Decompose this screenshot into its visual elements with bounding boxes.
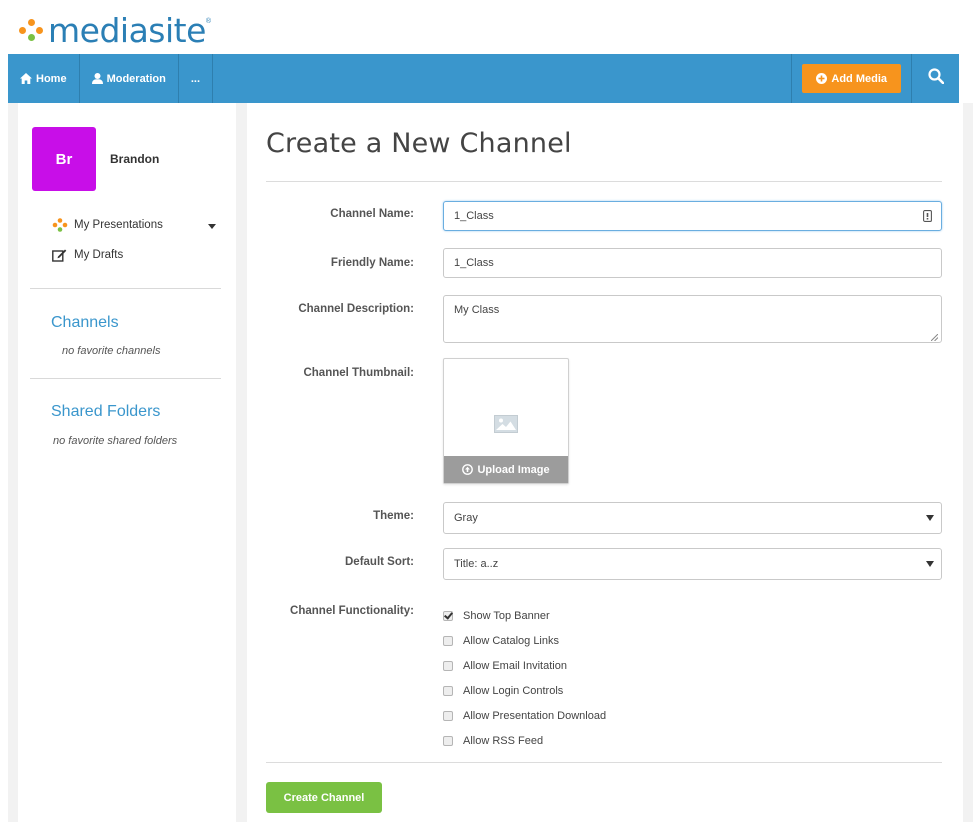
sidebar: Br Brandon My Presentations My Drafts Ch… [18,103,236,822]
nav-home-label: Home [36,72,67,85]
dropdown-arrow-icon [926,561,934,567]
add-media-button[interactable]: Add Media [802,64,901,93]
add-media-label: Add Media [831,72,887,85]
friendly-name-input[interactable]: 1_Class [443,248,942,278]
option-label: Show Top Banner [463,609,550,622]
theme-label: Theme: [373,510,414,522]
top-nav: Home Moderation ... Add Media [8,54,959,103]
nav-more[interactable]: ... [179,54,214,103]
divider [266,762,942,763]
checkbox[interactable] [443,660,453,671]
option-show-top-banner[interactable]: Show Top Banner [443,603,606,628]
checkbox[interactable] [443,635,453,646]
sidebar-item-label: My Drafts [74,249,124,261]
upload-image-label: Upload Image [477,463,550,476]
checkbox[interactable] [443,710,453,721]
friendly-name-value: 1_Class [454,257,494,269]
description-label: Channel Description: [298,303,414,315]
option-allow-login-controls[interactable]: Allow Login Controls [443,678,606,703]
channel-name-value: 1_Class [454,210,494,222]
divider [266,181,942,182]
checkbox-checked[interactable] [443,610,453,621]
option-allow-rss-feed[interactable]: Allow RSS Feed [443,728,606,753]
plus-circle-icon [816,73,828,84]
sidebar-item-my-presentations[interactable]: My Presentations [52,218,163,232]
dropdown-arrow-icon [926,515,934,521]
option-label: Allow Email Invitation [463,659,567,672]
divider [30,378,221,379]
option-label: Allow Presentation Download [463,709,607,722]
edit-icon [52,248,74,262]
functionality-label: Channel Functionality: [290,605,414,617]
upload-image-button[interactable]: Upload Image [444,456,568,483]
option-allow-email-invitation[interactable]: Allow Email Invitation [443,653,606,678]
divider [30,288,221,289]
home-icon [20,73,32,84]
description-value: My Class [454,304,500,316]
resize-handle-icon[interactable] [930,332,939,342]
checkbox[interactable] [443,735,453,746]
option-label: Allow Login Controls [463,684,564,697]
search-icon [927,68,944,89]
logo-dots-icon [14,17,46,43]
nav-moderation[interactable]: Moderation [80,54,179,103]
nav-moderation-label: Moderation [106,72,166,85]
image-placeholder-icon [494,415,518,438]
logo-trademark: ® [205,18,212,25]
search-button[interactable] [911,54,959,103]
nav-more-label: ... [190,72,201,85]
functionality-options: Show Top Banner Allow Catalog Links Allo… [443,603,606,753]
channel-name-input[interactable]: 1_Class [443,201,942,231]
thumbnail-label: Channel Thumbnail: [303,367,414,379]
create-channel-button[interactable]: Create Channel [266,782,382,813]
mediasite-logo[interactable]: mediasite ® [14,10,211,50]
default-sort-value: Title: a..z [454,558,499,570]
shared-folders-empty-text: no favorite shared folders [53,435,178,447]
default-sort-label: Default Sort: [345,556,414,568]
friendly-name-label: Friendly Name: [330,257,414,269]
logo-text: mediasite [48,10,206,50]
sidebar-item-my-drafts[interactable]: My Drafts [52,248,123,262]
main-content: Create a New Channel Channel Name: 1_Cla… [247,103,963,822]
thumbnail-preview: Upload Image [443,358,569,484]
page-title: Create a New Channel [266,128,572,159]
chevron-down-icon[interactable] [208,224,216,229]
option-label: Allow Catalog Links [463,634,559,647]
channels-heading[interactable]: Channels [51,314,119,332]
description-textarea[interactable]: My Class [443,295,942,343]
option-allow-presentation-download[interactable]: Allow Presentation Download [443,703,606,728]
channels-empty-text: no favorite channels [62,345,161,357]
nav-home[interactable]: Home [8,54,80,103]
user-icon [91,73,103,84]
password-manager-icon[interactable] [923,210,932,225]
theme-value: Gray [454,512,478,524]
option-allow-catalog-links[interactable]: Allow Catalog Links [443,628,606,653]
user-name[interactable]: Brandon [110,152,159,166]
default-sort-select[interactable]: Title: a..z [443,548,942,580]
channel-name-label: Channel Name: [330,208,414,220]
option-label: Allow RSS Feed [463,734,544,747]
avatar[interactable]: Br [32,127,96,191]
theme-select[interactable]: Gray [443,502,942,534]
sidebar-item-label: My Presentations [74,219,163,231]
shared-folders-heading[interactable]: Shared Folders [51,403,160,421]
upload-icon [462,464,474,475]
checkbox[interactable] [443,685,453,696]
presentations-icon [52,218,74,232]
